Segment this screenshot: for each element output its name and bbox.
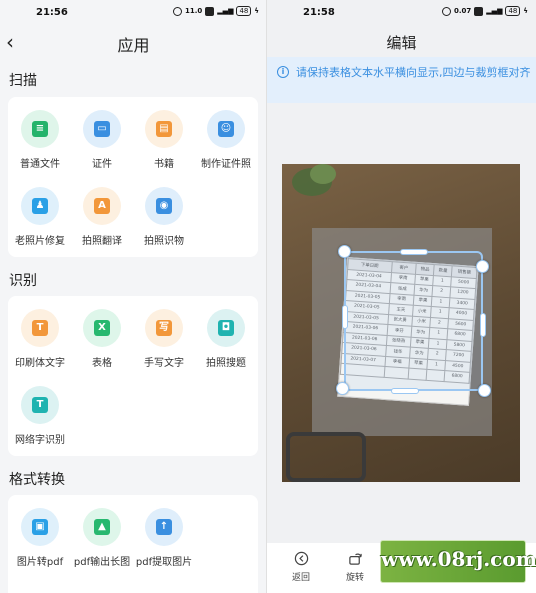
back-label: 返回 (291, 573, 310, 583)
object-recognition-icon: ◉ (145, 187, 183, 225)
document-icon: ≡ (21, 110, 59, 148)
status-icons: 11.0 ▂▄▆ 48 ϟ (173, 6, 259, 16)
tip-text: 请保持表格文本水平横向显示,四边与裁剪框对齐 (296, 66, 531, 79)
photo-repair-icon: ♟ (21, 187, 59, 225)
nfc-icon (205, 6, 215, 16)
rotate-label: 旋转 (345, 573, 364, 583)
section-title-convert: 格式转换 (9, 472, 65, 488)
item-label: 证件 (92, 159, 112, 170)
camera-search-icon: ◘ (207, 309, 245, 347)
item-label: pdf提取图片 (135, 557, 193, 568)
item-label: 拍照识物 (144, 236, 184, 247)
charging-icon: ϟ (254, 7, 259, 15)
crop-handle-left[interactable] (342, 305, 348, 329)
web-text-icon: T (21, 386, 59, 424)
nfc-icon (474, 6, 484, 16)
convert-item-pdf-extract-image[interactable]: ↑ pdf提取图片 (133, 508, 195, 568)
item-label: 网络字识别 (15, 435, 65, 446)
crop-handle-bottom-right[interactable] (478, 384, 491, 397)
charging-icon: ϟ (523, 7, 528, 15)
pdf-long-image-icon: ▲ (83, 508, 121, 546)
alarm-icon (442, 6, 452, 16)
alarm-icon (173, 6, 183, 16)
network-speed: 11.0 (185, 7, 203, 15)
status-bar: 21:58 0.07 ▂▄▆ 48 ϟ (267, 0, 536, 26)
item-label: 拍照搜题 (206, 358, 246, 369)
crop-frame[interactable] (336, 245, 491, 397)
clipboard-decoration (286, 432, 366, 482)
status-bar: 21:56 11.0 ▂▄▆ 48 ϟ (0, 0, 267, 26)
section-title-scan: 扫描 (9, 73, 37, 89)
scan-item-object-recognition[interactable]: ◉ 拍照识物 (133, 187, 195, 247)
signal-icon: ▂▄▆ (486, 7, 503, 15)
pdf-extract-image-icon: ↑ (145, 508, 183, 546)
item-label: 普通文件 (20, 159, 60, 170)
rotate-icon (348, 553, 362, 565)
recognize-item-table[interactable]: X 表格 (71, 309, 133, 369)
convert-item-image-to-pdf[interactable]: ▣ 图片转pdf (9, 508, 71, 568)
convert-card: ▣ 图片转pdf ▲ pdf输出长图 ↑ pdf提取图片 (8, 495, 258, 593)
status-time: 21:56 (36, 7, 68, 18)
item-label: 手写文字 (144, 358, 184, 369)
item-label: 老照片修复 (15, 236, 65, 247)
rotate-button[interactable]: 旋转 (335, 551, 375, 583)
watermark-logo: www.08rj.com (380, 540, 536, 583)
item-label: 印刷体文字 (15, 358, 65, 369)
scan-card: ≡ 普通文件 ▭ 证件 ▤ 书籍 ☺ 制作证件照 ♟ 老照片修复 A 拍照翻译 … (8, 97, 258, 257)
item-label: 制作证件照 (201, 159, 251, 170)
page-title: 编辑 (386, 34, 417, 52)
tip-banner: i 请保持表格文本水平横向显示,四边与裁剪框对齐 (267, 57, 536, 103)
image-to-pdf-icon: ▣ (21, 508, 59, 546)
scan-item-id-card[interactable]: ▭ 证件 (71, 110, 133, 170)
crop-handle-right[interactable] (480, 313, 486, 337)
crop-handle-bottom[interactable] (391, 388, 419, 394)
id-card-icon: ▭ (83, 110, 121, 148)
app-bar: ‹ 应用 (0, 26, 267, 60)
crop-handle-top-left[interactable] (338, 245, 351, 258)
convert-item-pdf-long-image[interactable]: ▲ pdf输出长图 (71, 508, 133, 568)
status-icons: 0.07 ▂▄▆ 48 ϟ (442, 6, 528, 16)
id-photo-icon: ☺ (207, 110, 245, 148)
item-label: 图片转pdf (16, 557, 64, 568)
watermark-text: www.08rj.com (381, 547, 536, 571)
recognize-item-print-text[interactable]: T 印刷体文字 (9, 309, 71, 369)
book-icon: ▤ (145, 110, 183, 148)
item-label: 拍照翻译 (82, 236, 122, 247)
signal-icon: ▂▄▆ (217, 7, 234, 15)
battery-icon: 48 (236, 6, 252, 16)
handwriting-icon: 写 (145, 309, 183, 347)
recognize-item-camera-search[interactable]: ◘ 拍照搜题 (195, 309, 257, 369)
scan-item-translate[interactable]: A 拍照翻译 (71, 187, 133, 247)
battery-icon: 48 (505, 6, 521, 16)
status-time: 21:58 (303, 7, 335, 18)
scan-item-normal-file[interactable]: ≡ 普通文件 (9, 110, 71, 170)
crop-handle-top[interactable] (400, 249, 428, 255)
table-icon: X (83, 309, 121, 347)
back-circle-icon (294, 551, 308, 566)
scan-item-photo-repair[interactable]: ♟ 老照片修复 (9, 187, 71, 247)
crop-handle-top-right[interactable] (476, 260, 489, 273)
network-speed: 0.07 (454, 7, 472, 15)
item-label: 表格 (92, 358, 112, 369)
scan-item-id-photo[interactable]: ☺ 制作证件照 (195, 110, 257, 170)
edit-screen: 21:58 0.07 ▂▄▆ 48 ϟ 编辑 i 请保持表格文本水平横向显示,四… (267, 0, 536, 593)
plant-decoration (310, 164, 336, 184)
document-photo: 下单日期 客户 物品 数量 销售额 2021-03-04 李南 苹果 1 5000 2021-03-… (282, 164, 520, 482)
crop-handle-bottom-left[interactable] (336, 382, 349, 395)
back-button[interactable]: 返回 (281, 551, 321, 583)
recognize-card: T 印刷体文字 X 表格 写 手写文字 ◘ 拍照搜题 T 网络字识别 (8, 296, 258, 456)
page-title: 应用 (117, 36, 150, 55)
item-label: pdf输出长图 (73, 557, 131, 568)
item-label: 书籍 (154, 159, 174, 170)
recognize-item-handwriting[interactable]: 写 手写文字 (133, 309, 195, 369)
section-title-recognize: 识别 (9, 273, 37, 289)
scan-item-book[interactable]: ▤ 书籍 (133, 110, 195, 170)
translate-icon: A (83, 187, 121, 225)
info-icon: i (277, 66, 289, 78)
apps-screen: 21:56 11.0 ▂▄▆ 48 ϟ ‹ 应用 扫描 ≡ 普通文件 ▭ 证件 … (0, 0, 267, 593)
print-text-icon: T (21, 309, 59, 347)
recognize-item-web-text[interactable]: T 网络字识别 (9, 386, 71, 446)
